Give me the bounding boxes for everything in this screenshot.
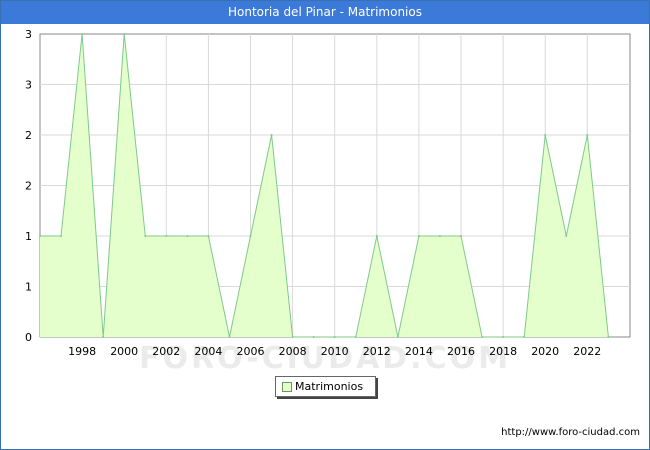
data-point bbox=[228, 336, 231, 338]
y-tick-label: 1 bbox=[25, 281, 32, 294]
data-point bbox=[81, 33, 84, 35]
data-point bbox=[607, 336, 610, 338]
x-tick-label: 2006 bbox=[237, 345, 265, 358]
y-tick-label: 3 bbox=[25, 28, 32, 41]
data-point bbox=[123, 33, 126, 35]
data-point bbox=[375, 235, 378, 237]
x-tick-label: 2002 bbox=[152, 345, 180, 358]
legend-swatch bbox=[282, 382, 292, 392]
x-tick-label: 2014 bbox=[405, 345, 433, 358]
legend-label: Matrimonios bbox=[295, 380, 364, 393]
data-point bbox=[396, 336, 399, 338]
data-point bbox=[291, 336, 294, 338]
data-point bbox=[417, 235, 420, 237]
y-tick-label: 2 bbox=[25, 129, 32, 142]
data-point bbox=[544, 134, 547, 136]
y-tick-label: 1 bbox=[25, 230, 32, 243]
x-tick-label: 2022 bbox=[573, 345, 601, 358]
data-point bbox=[438, 235, 441, 237]
x-tick-label: 2004 bbox=[194, 345, 222, 358]
x-tick-label: 2018 bbox=[489, 345, 517, 358]
data-point bbox=[186, 235, 189, 237]
data-point bbox=[481, 336, 484, 338]
data-point bbox=[354, 336, 357, 338]
data-point bbox=[165, 235, 168, 237]
footer-url: http://www.foro-ciudad.com bbox=[501, 427, 640, 438]
data-point bbox=[523, 336, 526, 338]
data-point bbox=[207, 235, 210, 237]
data-point bbox=[270, 134, 273, 136]
y-tick-label: 2 bbox=[25, 180, 32, 193]
x-tick-label: 2016 bbox=[447, 345, 475, 358]
x-tick-label: 2020 bbox=[531, 345, 559, 358]
data-point bbox=[565, 235, 568, 237]
data-point bbox=[502, 336, 505, 338]
y-tick-label: 0 bbox=[25, 331, 32, 344]
data-point bbox=[102, 336, 105, 338]
data-point bbox=[39, 235, 41, 237]
data-point bbox=[249, 235, 252, 237]
x-tick-label: 2010 bbox=[321, 345, 349, 358]
data-point bbox=[586, 134, 589, 136]
x-tick-label: 2012 bbox=[363, 345, 391, 358]
x-tick-label: 2000 bbox=[110, 345, 138, 358]
data-point bbox=[333, 336, 336, 338]
x-tick-label: 1998 bbox=[68, 345, 96, 358]
legend: Matrimonios bbox=[275, 376, 376, 397]
data-point bbox=[460, 235, 462, 237]
y-tick-label: 3 bbox=[25, 79, 32, 92]
data-point bbox=[312, 336, 315, 338]
data-point bbox=[144, 235, 147, 237]
x-tick-label: 2008 bbox=[279, 345, 307, 358]
data-point bbox=[60, 235, 63, 237]
